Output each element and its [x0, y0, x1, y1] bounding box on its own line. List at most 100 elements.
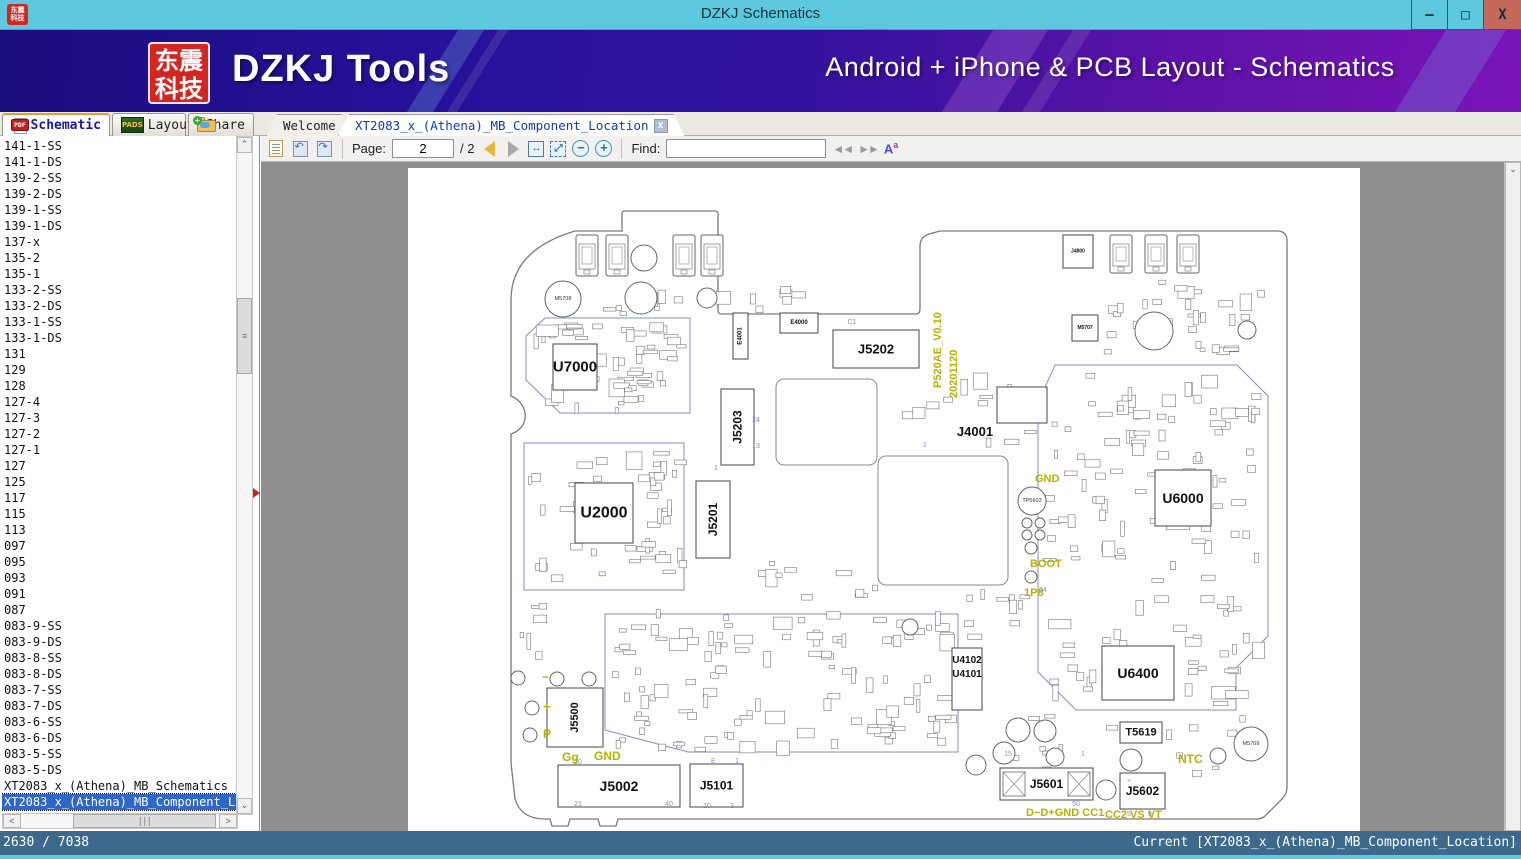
page-list-item[interactable]: 117 — [2, 490, 236, 506]
small-component — [1106, 724, 1119, 731]
page-list-item[interactable]: 091 — [2, 586, 236, 602]
page-list-item[interactable]: 139-2-SS — [2, 170, 236, 186]
rotate-left-icon[interactable] — [291, 140, 309, 158]
page-list-item[interactable]: 083-5-SS — [2, 746, 236, 762]
small-component — [926, 733, 938, 738]
doc-scroll-down-icon[interactable]: ⌄ — [1505, 162, 1521, 831]
page-list-item[interactable]: 115 — [2, 506, 236, 522]
zoom-out-icon[interactable]: − — [572, 140, 590, 157]
small-component — [657, 289, 666, 304]
find-next-icon[interactable]: ►► — [858, 142, 880, 156]
pcb-component: J5101 — [689, 763, 744, 808]
page-list-item[interactable]: 083-6-SS — [2, 714, 236, 730]
page-list-item[interactable]: 139-1-SS — [2, 202, 236, 218]
page-list-item[interactable]: 083-6-DS — [2, 730, 236, 746]
page-list-item[interactable]: 128 — [2, 378, 236, 394]
find-previous-icon[interactable]: ◄◄ — [832, 142, 854, 156]
sidebar-hscroll-thumb[interactable]: ∣∣∣ — [73, 814, 216, 828]
mount-hole — [549, 671, 565, 687]
tab-share[interactable]: + Share — [188, 113, 254, 136]
page-list-item[interactable]: 133-1-SS — [2, 314, 236, 330]
rotate-right-icon[interactable] — [315, 140, 333, 158]
small-component — [1188, 326, 1197, 333]
page-list-item[interactable]: 129 — [2, 362, 236, 378]
page-list-item[interactable]: 133-2-DS — [2, 298, 236, 314]
scroll-down-icon[interactable]: ⌄ — [237, 798, 252, 814]
zoom-in-icon[interactable]: + — [595, 140, 613, 157]
page-list-item[interactable]: 139-2-DS — [2, 186, 236, 202]
page-list-item[interactable]: 135-2 — [2, 250, 236, 266]
small-component — [1252, 641, 1265, 659]
fit-width-icon[interactable]: ↔ — [528, 140, 545, 157]
small-component — [539, 557, 547, 572]
close-button[interactable]: X — [1483, 0, 1521, 30]
page-list-item[interactable]: XT2083_x_(Athena)_MB_Component_Locatio — [2, 793, 236, 811]
doc-tab-component-location[interactable]: XT2083_x_(Athena)_MB_Component_Location … — [338, 114, 685, 136]
page-list-item[interactable]: 127-1 — [2, 442, 236, 458]
pin-number: 50 — [1072, 801, 1080, 808]
small-component — [1218, 478, 1227, 483]
page-list-item[interactable]: 141-1-DS — [2, 154, 236, 170]
pdf-viewport[interactable]: U7000 U2000 U6000 U6400 J5202 J5203 J5201 J5500… — [261, 162, 1521, 831]
pcb-component: T5619 — [1119, 721, 1163, 744]
fit-page-icon[interactable]: ⤢ — [550, 140, 567, 157]
page-list-panel: 141-1-SS 141-1-DS 139-2-SS 139-2-DS 139-1-SS… — [0, 136, 260, 831]
page-list-item[interactable]: 083-7-SS — [2, 682, 236, 698]
page-list-item[interactable]: 113 — [2, 522, 236, 538]
page-list-item[interactable]: 135-1 — [2, 266, 236, 282]
page-list-item[interactable]: 127-2 — [2, 426, 236, 442]
page-list-item[interactable]: 083-7-DS — [2, 698, 236, 714]
small-component — [1133, 410, 1150, 419]
sidebar-horizontal-scrollbar[interactable]: < ∣∣∣ > — [2, 813, 238, 829]
page-list-item[interactable]: 083-9-DS — [2, 634, 236, 650]
page-list[interactable]: 141-1-SS 141-1-DS 139-2-SS 139-2-DS 139-1-SS… — [2, 138, 236, 815]
main-area: 141-1-SS 141-1-DS 139-2-SS 139-2-DS 139-1-SS… — [0, 136, 1521, 831]
minimize-button[interactable]: – — [1411, 0, 1447, 30]
page-list-item[interactable]: 131 — [2, 346, 236, 362]
small-component — [1117, 548, 1125, 555]
page-list-item[interactable]: 137-x — [2, 234, 236, 250]
splitter-collapse-handle[interactable] — [253, 488, 260, 498]
page-list-item[interactable]: 083-8-SS — [2, 650, 236, 666]
close-tab-icon[interactable]: x — [654, 119, 668, 133]
page-list-item[interactable]: 133-1-DS — [2, 330, 236, 346]
small-component — [879, 727, 893, 734]
page-list-item[interactable]: 093 — [2, 570, 236, 586]
page-list-item[interactable]: 125 — [2, 474, 236, 490]
tab-schematic[interactable]: PDF Schematic — [2, 113, 110, 136]
scroll-left-icon[interactable]: < — [3, 814, 21, 828]
svg-text:U7000: U7000 — [553, 359, 597, 376]
page-list-item[interactable]: 127-3 — [2, 410, 236, 426]
page-list-item[interactable]: 127 — [2, 458, 236, 474]
page-list-item[interactable]: 083-9-SS — [2, 618, 236, 634]
small-component — [655, 554, 672, 563]
prev-page-icon[interactable] — [480, 140, 498, 158]
small-component — [619, 628, 628, 633]
scroll-right-icon[interactable]: > — [219, 814, 237, 828]
pads-icon: PADS — [121, 117, 144, 133]
document-vertical-scrollbar[interactable]: ⌃ ≡ ⌄ — [1504, 162, 1521, 831]
small-component — [1243, 632, 1250, 644]
small-component — [1214, 429, 1223, 436]
scroll-up-icon[interactable]: ⌃ — [237, 137, 252, 153]
snapshot-icon[interactable] — [267, 140, 285, 158]
match-case-icon[interactable]: Aa — [884, 140, 898, 156]
page-list-item[interactable]: 139-1-DS — [2, 218, 236, 234]
sidebar-scroll-thumb[interactable]: ≡ — [237, 298, 252, 374]
page-number-input[interactable] — [391, 139, 454, 158]
page-list-item[interactable]: XT2083_x_(Athena)_MB_Schematics — [2, 778, 236, 794]
page-list-item[interactable]: 141-1-SS — [2, 138, 236, 154]
page-list-item[interactable]: 087 — [2, 602, 236, 618]
page-list-item[interactable]: 095 — [2, 554, 236, 570]
page-list-item[interactable]: 133-2-SS — [2, 282, 236, 298]
page-list-item[interactable]: 083-5-DS — [2, 762, 236, 778]
page-list-item[interactable]: 083-8-DS — [2, 666, 236, 682]
sidebar-vertical-scrollbar[interactable]: ⌃ ≡ ⌄ — [236, 136, 253, 815]
find-input[interactable] — [666, 139, 827, 158]
pcb-component — [996, 386, 1048, 424]
tab-layout[interactable]: PADS Layout — [112, 113, 195, 136]
page-list-item[interactable]: 097 — [2, 538, 236, 554]
page-list-item[interactable]: 127-4 — [2, 394, 236, 410]
next-page-icon[interactable] — [504, 140, 522, 158]
maximize-button[interactable]: □ — [1447, 0, 1483, 30]
